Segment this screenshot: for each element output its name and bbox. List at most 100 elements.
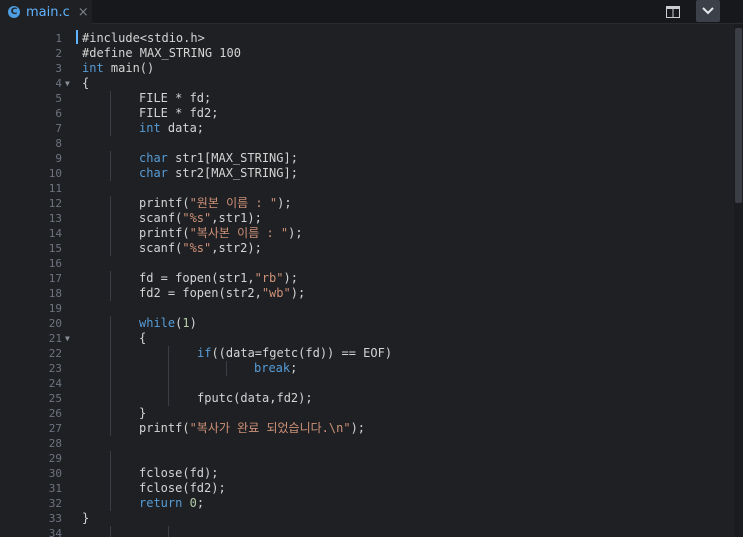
code-text: printf("복사가 완료 되었습니다.\n"); (139, 421, 365, 436)
line-number: 15 (48, 242, 62, 255)
code-line[interactable]: 28 (0, 436, 734, 451)
line-number: 6 (55, 107, 62, 120)
line-number: 4 (55, 77, 62, 90)
code-token: "복사본 이름 : " (189, 226, 289, 240)
indent-guide (110, 451, 111, 511)
line-number: 32 (48, 497, 62, 510)
code-token: printf( (139, 421, 190, 435)
indent-guide (110, 151, 111, 181)
code-text: FILE * fd; (139, 91, 211, 106)
code-token: } (139, 406, 147, 420)
line-number: 33 (48, 512, 62, 525)
code-token: 1 (182, 316, 190, 330)
code-token: return (139, 496, 183, 510)
code-token: "%s" (182, 241, 212, 255)
code-editor[interactable]: 1 #include<stdio.h> 2 #define MAX_STRING 10… (0, 24, 734, 537)
code-token: char (139, 166, 168, 180)
line-number: 34 (48, 527, 62, 537)
code-line[interactable]: 4 ▼ { (0, 76, 734, 91)
split-view-button[interactable] (662, 1, 684, 23)
indent-guide (168, 346, 169, 406)
code-token: int (139, 121, 161, 135)
code-token: "복사가 완료 되었습니다.\n" (189, 421, 351, 435)
code-line[interactable]: 1 #include<stdio.h> (0, 31, 734, 46)
code-text: scanf("%s",str1); (139, 211, 262, 226)
code-line[interactable]: 3 int main() (0, 61, 734, 76)
code-token: ); (350, 421, 366, 435)
code-text: int data; (139, 121, 204, 136)
line-number: 3 (55, 62, 62, 75)
code-text: #include<stdio.h> (82, 31, 205, 46)
line-number: 21 (48, 332, 62, 345)
editor-menu-button[interactable] (696, 0, 720, 22)
code-text: scanf("%s",str2); (139, 241, 262, 256)
line-number: 26 (48, 407, 62, 420)
line-number: 23 (48, 362, 62, 375)
code-line[interactable]: 19 (0, 301, 734, 316)
chevron-down-icon (702, 7, 714, 15)
code-text: if((data=fgetc(fd)) == EOF) (197, 346, 392, 361)
code-line[interactable]: 33} (0, 511, 734, 526)
code-token: str1[MAX_STRING]; (167, 151, 298, 165)
code-token: while (139, 316, 176, 330)
code-token: "wb" (261, 286, 291, 300)
code-line[interactable]: 16 (0, 256, 734, 271)
code-line[interactable]: 8 (0, 136, 734, 151)
code-token: char (139, 151, 168, 165)
line-number: 11 (48, 182, 62, 195)
code-text: #define MAX_STRING 100 (82, 46, 241, 61)
line-number: 2 (55, 47, 62, 60)
code-text: printf("원본 이름 : "); (139, 196, 292, 211)
code-text: while(1) (139, 316, 197, 331)
code-token: int (82, 61, 104, 75)
fold-arrow-icon[interactable]: ▼ (65, 76, 70, 91)
code-token: ); (288, 226, 303, 240)
code-token: FILE * fd2; (139, 106, 219, 120)
scrollbar-thumb[interactable] (735, 28, 742, 203)
line-number: 14 (48, 227, 62, 240)
code-text: printf("복사본 이름 : "); (139, 226, 303, 241)
line-number: 16 (48, 257, 62, 270)
code-token: ); (277, 196, 292, 210)
code-token: } (82, 511, 90, 525)
line-number: 17 (48, 272, 62, 285)
line-number: 5 (55, 92, 62, 105)
line-number: 9 (55, 152, 62, 165)
line-number: 28 (48, 437, 62, 450)
code-token: fd = fopen(str1, (139, 271, 255, 285)
code-line[interactable]: 2 #define MAX_STRING 100 (0, 46, 734, 61)
line-number: 22 (48, 347, 62, 360)
code-text: char str2[MAX_STRING]; (139, 166, 298, 181)
indent-guide (168, 526, 169, 537)
code-text: int main() (82, 61, 154, 76)
code-token: { (139, 331, 147, 345)
line-number: 18 (48, 287, 62, 300)
code-text: break; (254, 361, 297, 376)
code-token: ((data=fgetc(fd)) == EOF) (211, 346, 393, 360)
code-token: scanf( (139, 211, 183, 225)
code-token: ); (290, 286, 306, 300)
code-token: fclose(fd2); (139, 481, 226, 495)
code-text: fd = fopen(str1,"rb"); (139, 271, 298, 286)
code-token: #include<stdio.h> (82, 31, 205, 45)
code-text: FILE * fd2; (139, 106, 218, 121)
code-token: FILE * fd; (139, 91, 212, 105)
split-view-icon (666, 6, 680, 18)
indent-guide (110, 91, 111, 136)
indent-guide (110, 526, 111, 537)
code-token: main() (103, 61, 155, 75)
fold-arrow-icon[interactable]: ▼ (65, 331, 70, 346)
code-line[interactable]: 11 (0, 181, 734, 196)
line-number: 13 (48, 212, 62, 225)
vertical-scrollbar[interactable] (734, 24, 743, 537)
code-token: "rb" (254, 271, 284, 285)
code-token: printf( (139, 226, 190, 240)
indent-guide (110, 196, 111, 256)
tab-main-c[interactable]: C main.c × (0, 0, 92, 24)
line-number: 1 (55, 32, 62, 45)
code-text: { (82, 76, 89, 91)
close-icon[interactable]: × (78, 5, 89, 20)
line-number: 19 (48, 302, 62, 315)
code-token: ,str1); (211, 211, 262, 225)
code-token: data; (160, 121, 205, 135)
